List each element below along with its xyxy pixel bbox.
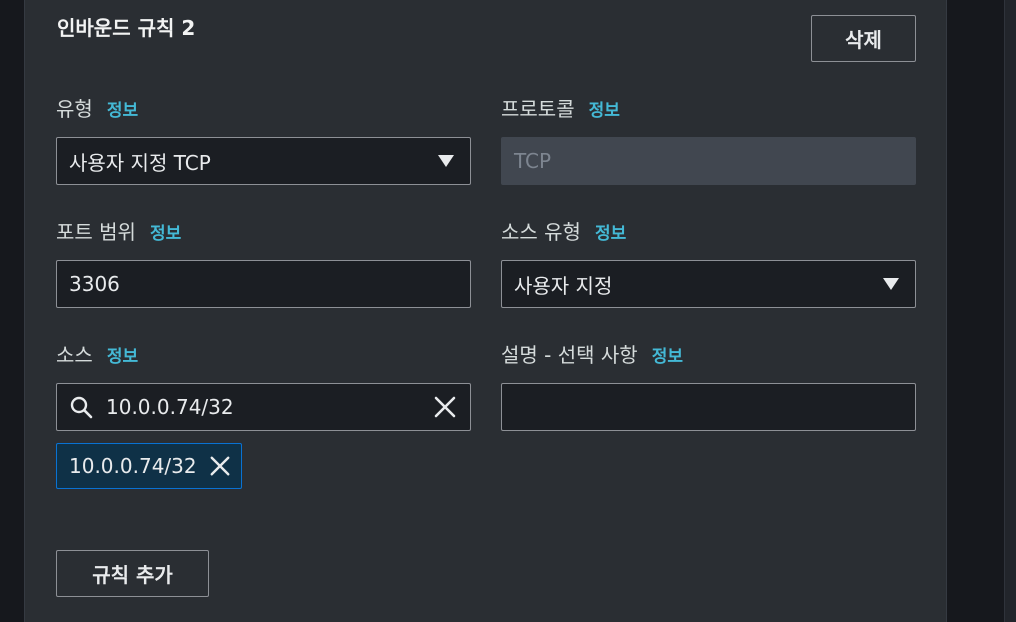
type-select-value: 사용자 지정 TCP bbox=[69, 150, 211, 175]
source-label-group: 소스 정보 bbox=[56, 339, 138, 368]
inbound-rule-panel: 인바운드 규칙 2 삭제 유형 정보 사용자 지정 TCP 프로토콜 정보 TC… bbox=[24, 0, 947, 622]
type-label-group: 유형 정보 bbox=[56, 93, 138, 122]
port-range-label-group: 포트 범위 정보 bbox=[56, 216, 181, 245]
description-input-box[interactable] bbox=[502, 384, 915, 430]
description-label-group: 설명 - 선택 사항 정보 bbox=[501, 339, 683, 368]
protocol-label: 프로토콜 bbox=[501, 97, 575, 121]
source-type-label-group: 소스 유형 정보 bbox=[501, 216, 626, 245]
protocol-field: TCP bbox=[501, 137, 916, 185]
search-icon bbox=[68, 394, 94, 420]
close-icon[interactable] bbox=[432, 394, 458, 420]
type-select[interactable]: 사용자 지정 TCP bbox=[56, 137, 471, 185]
source-label: 소스 bbox=[56, 343, 93, 367]
type-info-link[interactable]: 정보 bbox=[107, 96, 138, 121]
port-range-input[interactable] bbox=[56, 260, 471, 308]
type-label: 유형 bbox=[56, 97, 93, 121]
caret-down-icon bbox=[883, 278, 899, 290]
source-type-label: 소스 유형 bbox=[501, 220, 581, 244]
source-token-label: 10.0.0.74/32 bbox=[69, 454, 197, 478]
protocol-value: TCP bbox=[514, 149, 552, 173]
protocol-label-group: 프로토콜 정보 bbox=[501, 93, 620, 122]
source-info-link[interactable]: 정보 bbox=[107, 342, 138, 367]
source-type-select[interactable]: 사용자 지정 bbox=[501, 260, 916, 308]
source-search-input[interactable]: 10.0.0.74/32 bbox=[56, 383, 471, 431]
close-icon[interactable] bbox=[209, 453, 231, 479]
delete-button[interactable]: 삭제 bbox=[811, 15, 916, 62]
caret-down-icon bbox=[438, 155, 454, 167]
protocol-info-link[interactable]: 정보 bbox=[589, 96, 620, 121]
port-range-input-box[interactable] bbox=[57, 261, 470, 307]
source-type-info-link[interactable]: 정보 bbox=[595, 219, 626, 244]
left-gutter bbox=[0, 0, 24, 622]
port-range-info-link[interactable]: 정보 bbox=[150, 219, 181, 244]
source-search-value: 10.0.0.74/32 bbox=[106, 395, 234, 419]
scrollbar-track[interactable] bbox=[1004, 0, 1016, 622]
source-token: 10.0.0.74/32 bbox=[56, 443, 242, 489]
rule-title: 인바운드 규칙 2 bbox=[57, 16, 196, 40]
description-label: 설명 - 선택 사항 bbox=[501, 343, 638, 367]
add-rule-button[interactable]: 규칙 추가 bbox=[56, 550, 209, 597]
port-range-label: 포트 범위 bbox=[56, 220, 136, 244]
description-info-link[interactable]: 정보 bbox=[652, 342, 683, 367]
source-type-select-value: 사용자 지정 bbox=[514, 273, 613, 298]
description-input[interactable] bbox=[501, 383, 916, 431]
